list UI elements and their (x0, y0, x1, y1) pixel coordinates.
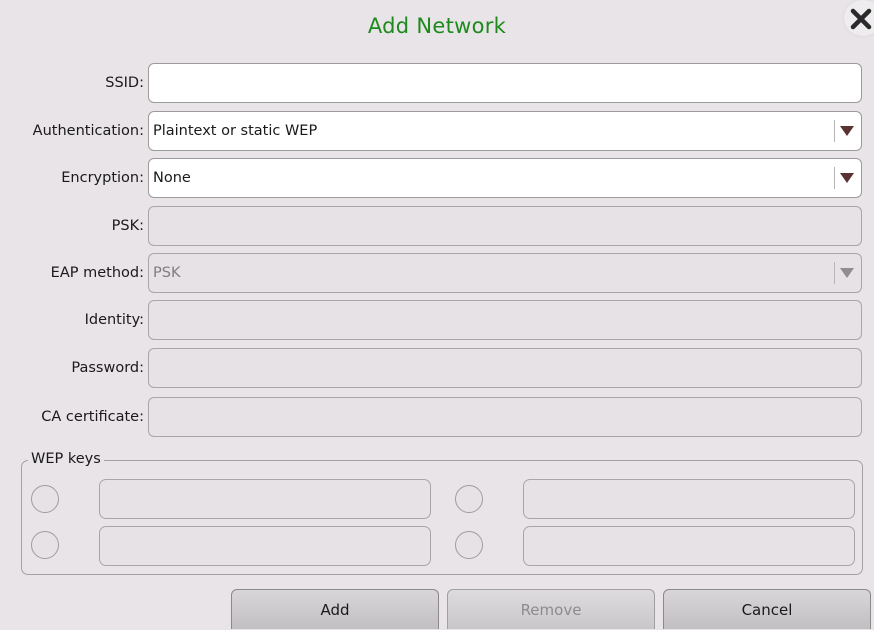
psk-input[interactable] (148, 206, 862, 246)
eap-method-label: EAP method: (50, 265, 144, 281)
ca-certificate-label: CA certificate: (41, 409, 144, 425)
wep-key-3-radio[interactable] (31, 531, 59, 559)
authentication-select[interactable]: Plaintext or static WEP (148, 111, 862, 151)
eap-method-value: PSK (153, 265, 181, 281)
psk-label: PSK: (111, 218, 144, 234)
password-input[interactable] (148, 348, 862, 388)
encryption-select[interactable]: None (148, 158, 862, 198)
ca-certificate-input[interactable] (148, 397, 862, 437)
wep-key-3-input[interactable] (99, 526, 431, 566)
wep-key-1-radio[interactable] (31, 485, 59, 513)
dropdown-separator (834, 120, 835, 142)
dropdown-separator (834, 262, 835, 284)
encryption-value: None (153, 170, 191, 186)
eap-method-select[interactable]: PSK (148, 253, 862, 293)
wep-key-2-radio[interactable] (455, 485, 483, 513)
psk-row: PSK: (0, 205, 874, 247)
password-label: Password: (71, 360, 144, 376)
dropdown-separator (834, 167, 835, 189)
eap-method-row: EAP method: PSK (0, 252, 874, 294)
wep-key-4-radio[interactable] (455, 531, 483, 559)
identity-label: Identity: (84, 312, 144, 328)
wep-key-1-input[interactable] (99, 479, 431, 519)
remove-button[interactable]: Remove (447, 589, 655, 629)
encryption-row: Encryption: None (0, 157, 874, 199)
chevron-down-icon[interactable] (840, 268, 854, 278)
authentication-row: Authentication: Plaintext or static WEP (0, 110, 874, 152)
wep-key-2-input[interactable] (523, 479, 855, 519)
password-row: Password: (0, 347, 874, 389)
ssid-row: SSID: (0, 62, 874, 104)
cancel-button[interactable]: Cancel (663, 589, 871, 629)
chevron-down-icon[interactable] (840, 126, 854, 136)
close-icon (850, 8, 872, 30)
close-button[interactable] (844, 0, 874, 36)
ssid-label: SSID: (105, 75, 144, 91)
authentication-label: Authentication: (32, 123, 144, 139)
add-button[interactable]: Add (231, 589, 439, 629)
wep-keys-legend: WEP keys (28, 450, 104, 468)
identity-input[interactable] (148, 300, 862, 340)
authentication-value: Plaintext or static WEP (153, 123, 318, 139)
ca-certificate-row: CA certificate: (0, 396, 874, 438)
encryption-label: Encryption: (61, 170, 144, 186)
ssid-input[interactable] (148, 63, 862, 103)
chevron-down-icon[interactable] (840, 173, 854, 183)
dialog-title: Add Network (367, 14, 507, 38)
identity-row: Identity: (0, 299, 874, 341)
wep-key-4-input[interactable] (523, 526, 855, 566)
